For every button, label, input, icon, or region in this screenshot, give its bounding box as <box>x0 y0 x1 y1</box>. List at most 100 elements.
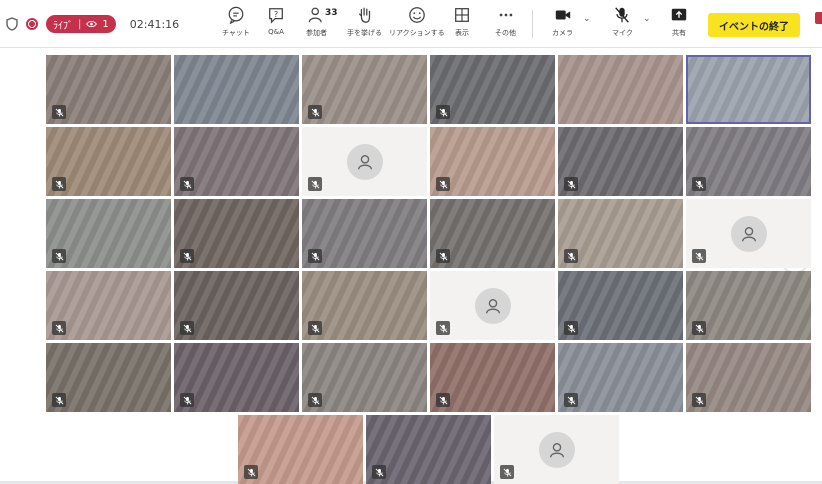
participant-video-tile[interactable] <box>46 343 171 412</box>
more-label: その他 <box>495 29 516 37</box>
camera-options-chevron-down-icon[interactable]: ⌄ <box>583 14 591 24</box>
participant-video-tile[interactable] <box>46 271 171 340</box>
mic-muted-icon <box>52 249 66 263</box>
mic-muted-icon <box>436 249 450 263</box>
participant-tile-no-video[interactable] <box>494 415 619 484</box>
participant-video-tile[interactable] <box>174 343 299 412</box>
mic-muted-icon <box>308 249 322 263</box>
mic-label: マイク <box>612 29 633 37</box>
live-badge[interactable]: ﾗｲﾌﾞ | 1 <box>46 15 116 33</box>
participant-video-tile[interactable] <box>174 199 299 268</box>
mic-button[interactable]: マイク <box>612 6 633 38</box>
participant-video-tile[interactable] <box>302 271 427 340</box>
participants-button[interactable]: 33 参加者 <box>306 6 338 38</box>
participant-video-tile[interactable] <box>558 199 683 268</box>
participant-tile-no-video[interactable] <box>430 271 555 340</box>
mic-muted-icon <box>52 177 66 191</box>
mic-muted-icon <box>564 177 578 191</box>
live-label: ﾗｲﾌﾞ <box>53 20 73 32</box>
participant-tile-no-video[interactable] <box>302 127 427 196</box>
chat-label: チャット <box>222 29 250 37</box>
mic-muted-icon <box>244 465 258 479</box>
mic-muted-icon <box>308 321 322 335</box>
mic-muted-icon <box>180 249 194 263</box>
participant-avatar <box>474 287 511 324</box>
mic-options-chevron-down-icon[interactable]: ⌄ <box>643 14 651 24</box>
raise-hand-button[interactable]: 手を挙げる <box>347 6 382 38</box>
qa-button[interactable]: ? Q&A <box>267 6 285 36</box>
view-icon <box>455 8 469 22</box>
participant-video-tile[interactable] <box>366 415 491 484</box>
camera-label: カメラ <box>552 29 573 37</box>
chat-button[interactable]: チャット <box>222 6 250 38</box>
participant-video-tile[interactable] <box>558 271 683 340</box>
participant-video-tile[interactable] <box>558 55 683 124</box>
participant-avatar-icon <box>741 226 756 241</box>
participant-video-tile[interactable] <box>302 199 427 268</box>
mic-muted-icon <box>52 393 66 407</box>
camera-icon <box>555 10 570 20</box>
leave-icon[interactable] <box>815 12 822 24</box>
end-event-button[interactable]: イベントの終了 <box>708 13 800 37</box>
participant-video-tile[interactable] <box>558 343 683 412</box>
mic-muted-icon <box>52 321 66 335</box>
meeting-toolbar: ﾗｲﾌﾞ | 1 02:41:16 チャット ? Q&A 33 参加者 手を挙げ… <box>0 0 822 48</box>
participant-video-tile[interactable] <box>558 127 683 196</box>
mic-muted-icon <box>564 249 578 263</box>
participant-video-tile[interactable] <box>430 199 555 268</box>
elapsed-time: 02:41:16 <box>129 17 180 31</box>
participant-video-tile[interactable] <box>174 271 299 340</box>
share-label: 共有 <box>672 29 686 37</box>
participant-video-tile[interactable] <box>46 55 171 124</box>
video-gallery: › <box>0 48 822 484</box>
participant-video-tile[interactable] <box>174 127 299 196</box>
participant-video-tile[interactable] <box>302 343 427 412</box>
mic-muted-icon <box>564 393 578 407</box>
participant-video-tile[interactable] <box>686 55 811 124</box>
participant-video-tile[interactable] <box>46 127 171 196</box>
participant-video-tile[interactable] <box>686 127 811 196</box>
participant-video-tile[interactable] <box>174 55 299 124</box>
share-icon <box>671 8 687 21</box>
participant-tile-no-video[interactable] <box>686 199 811 268</box>
mic-muted-icon <box>436 105 450 119</box>
mic-muted-icon <box>308 105 322 119</box>
mic-muted-icon <box>692 321 706 335</box>
camera-button[interactable]: カメラ <box>552 6 573 38</box>
mic-muted-icon <box>692 393 706 407</box>
mic-muted-icon <box>308 177 322 191</box>
reaction-button[interactable]: リアクションする <box>389 6 445 38</box>
participant-video-tile[interactable] <box>46 199 171 268</box>
participant-video-tile[interactable] <box>430 127 555 196</box>
view-label: 表示 <box>455 29 469 37</box>
more-button[interactable]: その他 <box>495 6 516 38</box>
participant-video-tile[interactable] <box>302 55 427 124</box>
mic-muted-icon <box>436 393 450 407</box>
participant-video-tile[interactable] <box>686 343 811 412</box>
mic-muted-icon <box>180 393 194 407</box>
mic-muted-icon <box>180 321 194 335</box>
view-button[interactable]: 表示 <box>453 6 471 38</box>
participant-video-tile[interactable] <box>238 415 363 484</box>
participant-video-tile[interactable] <box>686 271 811 340</box>
participant-avatar-icon <box>357 154 372 169</box>
mic-muted-icon <box>308 393 322 407</box>
mic-muted-icon <box>692 249 706 263</box>
participant-avatar-icon <box>549 442 564 457</box>
participant-avatar <box>538 431 575 468</box>
recording-icon <box>26 18 38 30</box>
participant-video-tile[interactable] <box>430 55 555 124</box>
participant-count: 33 <box>325 8 338 18</box>
mic-muted-icon <box>180 177 194 191</box>
participant-video-tile[interactable] <box>430 343 555 412</box>
qa-icon: ? <box>269 8 283 24</box>
mic-off-icon <box>615 7 630 23</box>
mic-muted-icon <box>52 105 66 119</box>
participant-avatar <box>346 143 383 180</box>
toolbar-divider <box>532 10 533 38</box>
qa-label: Q&A <box>268 28 284 36</box>
eye-icon <box>86 20 98 28</box>
mic-muted-icon <box>500 465 514 479</box>
share-button[interactable]: 共有 <box>670 6 688 38</box>
raise-hand-icon <box>358 7 370 23</box>
